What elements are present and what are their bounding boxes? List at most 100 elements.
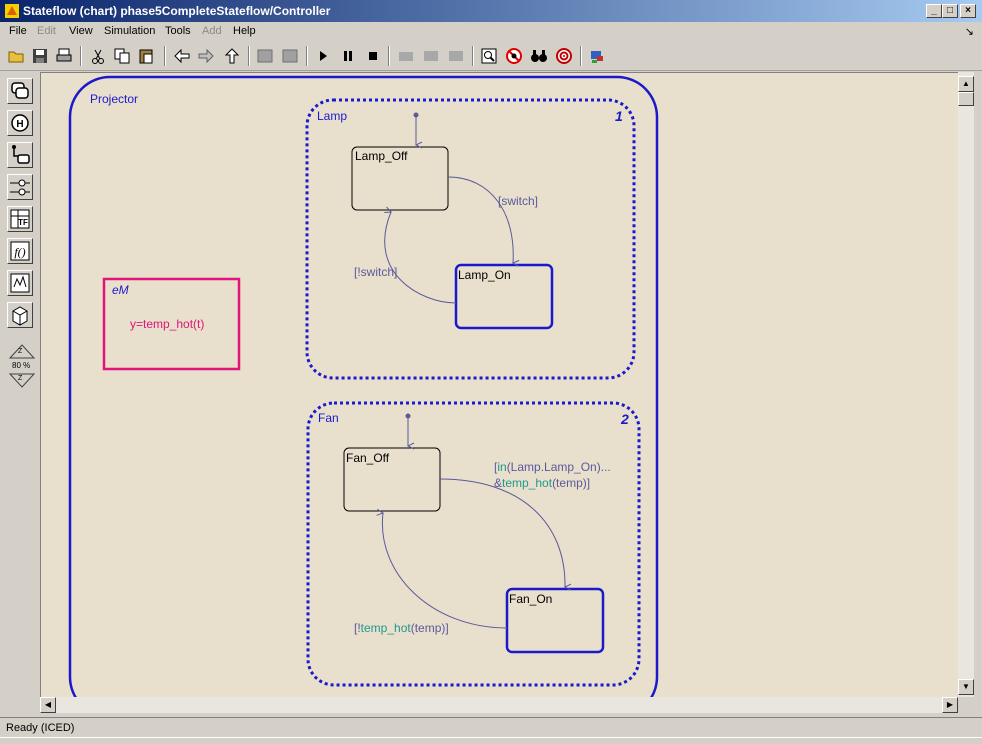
lamp-off-guard[interactable]: [!switch] (354, 265, 397, 279)
object-palette: H TF f() Z 80 % Z (0, 72, 40, 712)
embedded-matlab-icon (10, 273, 30, 293)
em-function-body: y=temp_hot(t) (130, 317, 205, 331)
fan-state[interactable] (306, 401, 641, 687)
target-icon[interactable] (446, 46, 466, 66)
default-transition-icon (12, 145, 30, 164)
lamp-off-label: Lamp_Off (355, 149, 408, 163)
horizontal-scrollbar[interactable]: ◀ ▶ (40, 697, 958, 713)
lamp-off-transition[interactable] (385, 212, 457, 304)
rebuild-icon[interactable] (280, 46, 300, 66)
zoom-out-icon[interactable]: Z (18, 375, 22, 382)
scroll-left-icon[interactable]: ◀ (40, 697, 56, 713)
fan-default-dot (405, 413, 411, 419)
back-arrow-icon[interactable] (172, 46, 192, 66)
fan-on-label: Fan_On (509, 592, 553, 606)
svg-text:f(): f() (14, 245, 25, 259)
stop-icon[interactable] (363, 46, 383, 66)
lamp-on-transition[interactable] (447, 176, 513, 263)
menu-edit[interactable]: Edit (37, 25, 56, 37)
target-builder-icon[interactable] (587, 46, 607, 66)
explore-icon[interactable] (421, 46, 441, 66)
chart-canvas[interactable]: Projector Lamp 1 Fan 2 eM y=temp_hot(t) … (40, 72, 958, 698)
open-folder-icon[interactable] (6, 46, 26, 66)
status-bar: Ready (ICED) (0, 717, 982, 738)
connective-junction-button[interactable] (7, 174, 33, 200)
find-icon[interactable] (479, 46, 499, 66)
fan-off-guard[interactable]: [!temp_hot(temp)] (354, 621, 449, 635)
toolbar-separator (472, 46, 474, 66)
close-button[interactable]: × (960, 4, 976, 18)
maximize-button[interactable]: □ (942, 4, 958, 18)
toolbar-separator (248, 46, 250, 66)
graphical-function-icon: f() (10, 241, 30, 261)
truth-table-button[interactable]: TF (7, 206, 33, 232)
em-function-title: eM (112, 283, 129, 297)
guard-part: temp_hot (502, 476, 553, 490)
menu-simulation[interactable]: Simulation (104, 25, 155, 37)
build-icon[interactable] (255, 46, 275, 66)
minimize-button[interactable]: _ (926, 4, 942, 18)
svg-text:TF: TF (18, 218, 28, 227)
embedded-matlab-button[interactable] (7, 270, 33, 296)
menu-chevron-icon[interactable]: ↘ (965, 25, 974, 38)
box-button[interactable] (7, 302, 33, 328)
scroll-down-icon[interactable]: ▼ (958, 679, 974, 695)
toolbar-separator (580, 46, 582, 66)
projector-label: Projector (90, 92, 139, 106)
state-tool-button[interactable] (7, 78, 33, 104)
start-icon[interactable] (313, 46, 333, 66)
debug-icon[interactable] (396, 46, 416, 66)
toolbar (0, 42, 982, 71)
graphical-function-button[interactable]: f() (7, 238, 33, 264)
lamp-order: 1 (615, 108, 623, 124)
fan-off-transition[interactable] (382, 513, 508, 629)
save-icon[interactable] (30, 46, 50, 66)
pause-icon[interactable] (338, 46, 358, 66)
zoom-level: 80 % (12, 361, 31, 370)
scroll-right-icon[interactable]: ▶ (942, 697, 958, 713)
guard-part: in (497, 460, 507, 474)
fan-on-transition[interactable] (439, 478, 565, 587)
guard-part: temp_hot (360, 621, 411, 635)
lamp-on-guard[interactable]: [switch] (498, 194, 538, 208)
binoculars-icon[interactable] (529, 46, 549, 66)
menu-bar: File Edit View Simulation Tools Add Help… (0, 22, 982, 42)
forward-arrow-icon[interactable] (196, 46, 216, 66)
fan-label: Fan (318, 411, 339, 425)
projector-state[interactable] (68, 75, 659, 698)
menu-file[interactable]: File (9, 25, 27, 37)
fan-off-label: Fan_Off (346, 451, 390, 465)
truth-table-icon: TF (10, 209, 30, 229)
menu-help[interactable]: Help (233, 25, 256, 37)
menu-add[interactable]: Add (202, 25, 222, 37)
menu-tools[interactable]: Tools (165, 25, 191, 37)
default-transition-button[interactable] (7, 142, 33, 168)
menu-view[interactable]: View (69, 25, 93, 37)
toolbar-separator (388, 46, 390, 66)
explorer-icon[interactable] (554, 46, 574, 66)
toolbar-separator (80, 46, 82, 66)
up-arrow-icon[interactable] (222, 46, 242, 66)
toolbar-separator (164, 46, 166, 66)
zoom-in-icon[interactable]: Z (18, 348, 22, 355)
fan-on-guard-line1[interactable]: [in(Lamp.Lamp_On)... (494, 460, 611, 474)
lamp-on-label: Lamp_On (458, 268, 511, 282)
copy-icon[interactable] (112, 46, 132, 66)
window-title: Stateflow (chart) phase5CompleteStateflo… (23, 4, 331, 18)
stateflow-app-icon (5, 4, 19, 18)
scroll-up-icon[interactable]: ▲ (958, 76, 974, 92)
vertical-scrollbar[interactable]: ▲ ▼ (958, 72, 974, 697)
print-icon[interactable] (54, 46, 74, 66)
history-junction-icon: H (11, 114, 29, 132)
cut-icon[interactable] (88, 46, 108, 66)
paste-icon[interactable] (136, 46, 156, 66)
connective-junction-icon (10, 179, 30, 196)
status-text: Ready (ICED) (6, 722, 75, 734)
lamp-label: Lamp (317, 109, 348, 123)
fan-on-guard-line2[interactable]: &temp_hot(temp)] (494, 476, 590, 490)
lamp-state[interactable] (305, 98, 636, 380)
stop-sign-icon[interactable] (504, 46, 524, 66)
vertical-scroll-thumb[interactable] (958, 92, 974, 106)
fan-order: 2 (621, 411, 629, 427)
history-junction-button[interactable]: H (7, 110, 33, 136)
